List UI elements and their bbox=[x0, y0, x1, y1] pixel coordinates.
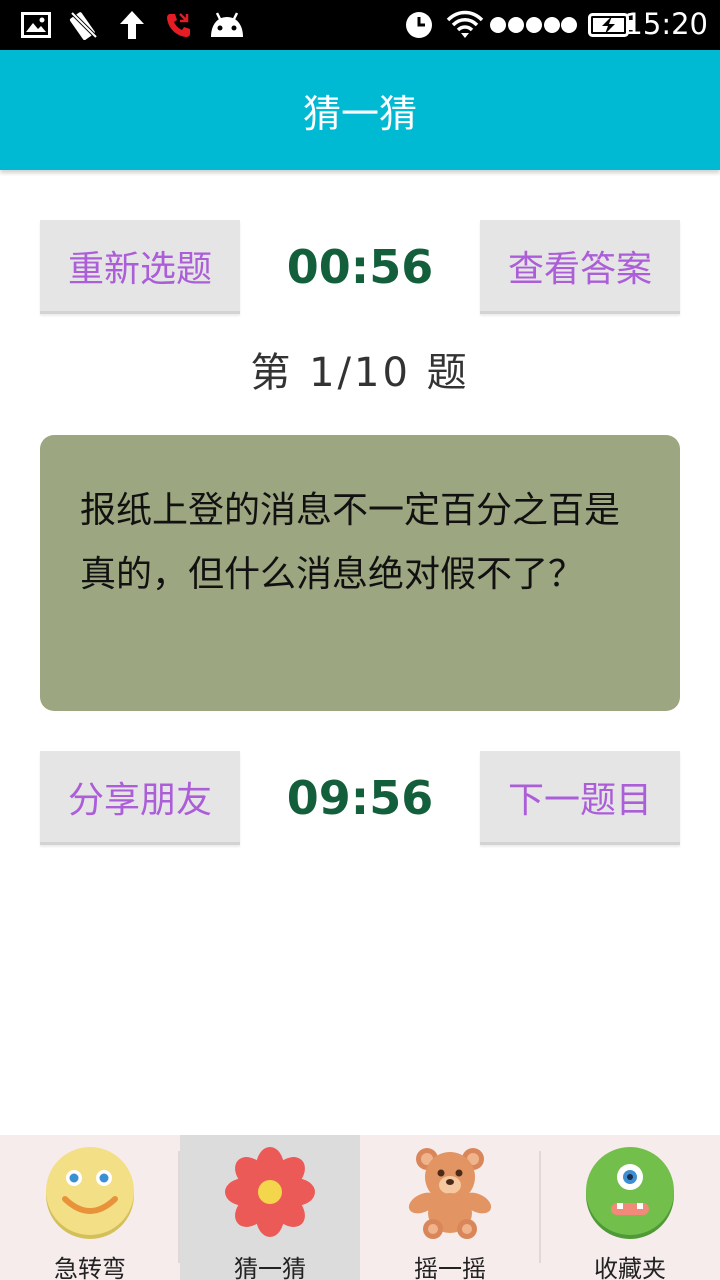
tab-label-shake: 摇一摇 bbox=[414, 1255, 486, 1280]
teddy-bear-icon bbox=[408, 1148, 492, 1239]
total-timer: 09:56 bbox=[286, 771, 434, 825]
bottom-nav: 急转弯 猜一猜 摇一摇 收藏夹 bbox=[0, 1135, 720, 1280]
show-answer-button[interactable]: 查看答案 bbox=[480, 220, 680, 314]
countdown-timer: 00:56 bbox=[286, 240, 434, 294]
next-question-button[interactable]: 下一题目 bbox=[480, 751, 680, 845]
tab-label-brain-teaser: 急转弯 bbox=[54, 1255, 126, 1280]
question-counter: 第 1/10 题 bbox=[250, 350, 470, 396]
wifi-icon bbox=[446, 9, 484, 41]
missed-call-icon bbox=[164, 9, 194, 41]
reselect-question-button[interactable]: 重新选题 bbox=[40, 220, 240, 314]
android-icon bbox=[208, 9, 246, 41]
smiley-icon bbox=[46, 1147, 134, 1239]
share-friends-button[interactable]: 分享朋友 bbox=[40, 751, 240, 845]
monster-icon bbox=[586, 1147, 674, 1239]
image-icon bbox=[20, 9, 52, 41]
tab-label-guess: 猜一猜 bbox=[234, 1255, 306, 1280]
flower-icon bbox=[225, 1147, 315, 1237]
no-signal-icon bbox=[68, 9, 100, 41]
tab-guess[interactable]: 猜一猜 bbox=[180, 1135, 360, 1280]
question-text: 报纸上登的消息不一定百分之百是真的，但什么消息绝对假不了？ bbox=[80, 490, 621, 595]
tab-brain-teaser[interactable]: 急转弯 bbox=[0, 1135, 180, 1280]
upload-arrow-icon bbox=[117, 9, 147, 41]
signal-dots-icon bbox=[488, 9, 578, 41]
question-card: 报纸上登的消息不一定百分之百是真的，但什么消息绝对假不了？ bbox=[40, 435, 680, 711]
clock-icon bbox=[404, 9, 434, 41]
page-title: 猜一猜 bbox=[302, 91, 417, 136]
tab-label-favorites: 收藏夹 bbox=[594, 1255, 666, 1280]
tab-favorites[interactable]: 收藏夹 bbox=[540, 1135, 720, 1280]
app-bar: 猜一猜 bbox=[0, 50, 720, 170]
status-bar: 15:20 bbox=[0, 0, 720, 50]
tab-shake[interactable]: 摇一摇 bbox=[360, 1135, 540, 1280]
status-time: 15:20 bbox=[624, 7, 708, 41]
